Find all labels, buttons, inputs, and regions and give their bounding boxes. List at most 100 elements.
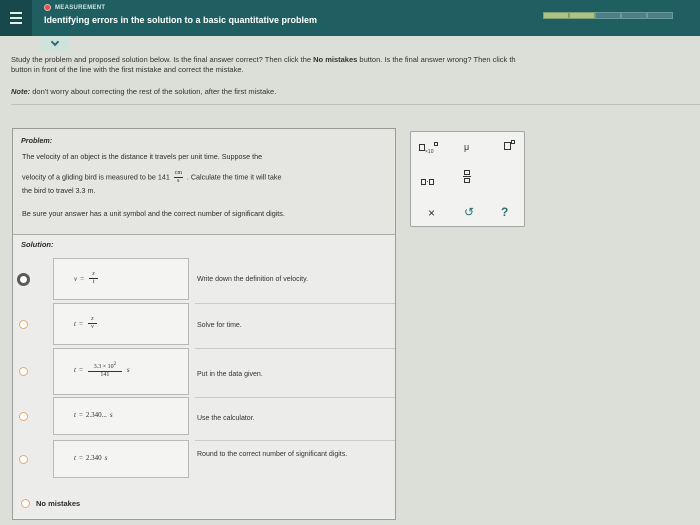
math-lhs: t (74, 319, 76, 328)
row-explanation: Round to the correct number of significa… (197, 451, 348, 458)
row-explanation: Use the calculator. (197, 415, 255, 422)
problem-box: Problem: The velocity of an object is th… (13, 129, 395, 235)
math-tool-palette: ×10 μ · × ↺ ? (410, 131, 525, 227)
math-eq: = (78, 454, 83, 462)
math-unit: s (109, 411, 113, 419)
note-label: Note: (11, 87, 31, 96)
progress-bar (543, 12, 673, 19)
topic-label: MEASUREMENT (55, 4, 106, 11)
math-num: 3.3 × 10 (93, 364, 114, 370)
row-radio[interactable] (19, 320, 28, 329)
row-explanation: Write down the definition of velocity. (197, 276, 309, 283)
unit-fraction: cm s (173, 170, 183, 185)
row-divider (195, 348, 395, 349)
problem-panel: Problem: The velocity of an object is th… (12, 128, 396, 520)
math-unit: s (104, 454, 108, 462)
math-den: t (92, 279, 95, 285)
progress-segment (621, 12, 647, 19)
solution-label: Solution: (21, 240, 54, 249)
topic-status-dot (44, 4, 51, 11)
math-den: 141 (100, 372, 110, 378)
top-bar: MEASUREMENT Identifying errors in the so… (0, 0, 700, 36)
instruction-text: button. Is the final answer wrong? Then … (357, 55, 516, 64)
fraction-button[interactable] (463, 170, 471, 183)
math-fraction: 3.3 × 102 141 (87, 361, 122, 379)
solution-row: t = 2.340... s Use the calculator. (13, 397, 395, 441)
times-ten-power-button[interactable]: ×10 (419, 142, 439, 155)
unit-denominator: s (177, 178, 180, 184)
math-expression: t = 2.340 s (74, 454, 107, 462)
clear-button[interactable]: × (428, 206, 435, 220)
math-lhs: t (74, 411, 76, 419)
math-den: v (91, 324, 94, 330)
instruction-text: Study the problem and proposed solution … (11, 55, 314, 64)
instruction-text: button in front of the line with the fir… (11, 65, 244, 74)
row-divider (195, 303, 395, 304)
solution-row: t = 2.340 s Round to the correct number … (13, 440, 395, 484)
problem-label: Problem: (21, 136, 53, 145)
superscript-button[interactable] (504, 140, 515, 150)
problem-text: velocity of a gliding bird is measured t… (22, 172, 170, 182)
math-eq: = (80, 274, 85, 283)
progress-segment (647, 12, 673, 19)
math-unit: s (126, 366, 130, 374)
solution-row: t = zv Solve for time. (13, 303, 395, 347)
math-value: 2.340 (85, 454, 102, 462)
problem-text: the bird to travel 3.3 m. (22, 186, 96, 195)
math-expression: t = zv (74, 316, 99, 331)
math-eq: = (78, 319, 83, 328)
math-value: 2.340... (85, 411, 107, 419)
math-expression: v = zt (74, 271, 100, 286)
math-eq: = (78, 411, 83, 419)
row-divider (195, 397, 395, 398)
math-box: t = 2.340... s (53, 397, 189, 435)
note-text: don't worry about correcting the rest of… (30, 87, 277, 96)
math-lhs: t (74, 454, 76, 462)
math-fraction: zv (87, 316, 97, 331)
topic-row: MEASUREMENT (44, 4, 105, 11)
row-explanation: Put in the data given. (197, 371, 263, 378)
math-box: v = zt (53, 258, 189, 300)
math-box: t = 3.3 × 102 141 s (53, 348, 189, 395)
unit-numerator: cm (174, 170, 182, 176)
math-expression: t = 2.340... s (74, 411, 113, 419)
progress-segment (595, 12, 621, 19)
no-mistakes-option[interactable]: No mistakes (21, 499, 80, 508)
no-mistakes-label: No mistakes (36, 499, 81, 508)
math-lhs: v (74, 274, 78, 283)
math-box: t = 2.340 s (53, 440, 189, 478)
row-radio[interactable] (19, 412, 28, 421)
chevron-down-icon (50, 37, 60, 46)
instruction-bold: No mistakes (313, 55, 358, 64)
undo-button[interactable]: ↺ (464, 205, 474, 219)
row-divider (195, 440, 395, 441)
math-num: z (92, 271, 95, 277)
note: Note: don't worry about correcting the r… (11, 87, 276, 96)
row-radio[interactable] (19, 455, 28, 464)
menu-icon[interactable] (0, 0, 32, 36)
mu-button[interactable]: μ (464, 142, 469, 152)
solution-row: v = zt Write down the definition of velo… (13, 258, 395, 302)
solution-row: t = 3.3 × 102 141 s Put in the data given… (13, 348, 395, 395)
progress-segment (569, 12, 595, 19)
math-eq: = (78, 366, 83, 374)
problem-text: . Calculate the time it will take (186, 172, 282, 182)
row-radio[interactable] (19, 367, 28, 376)
multiply-dot-button[interactable]: · (421, 176, 434, 186)
divider (11, 104, 700, 105)
instructions: Study the problem and proposed solution … (11, 55, 700, 75)
row-explanation: Solve for time. (197, 322, 242, 329)
problem-text: The velocity of an object is the distanc… (22, 152, 263, 161)
row-radio[interactable] (17, 273, 30, 286)
math-expression: t = 3.3 × 102 141 s (74, 361, 130, 379)
math-lhs: t (74, 366, 76, 374)
times-ten-label: ×10 (425, 148, 434, 155)
collapse-chevron-button[interactable] (40, 36, 70, 51)
math-exponent: 2 (113, 362, 117, 367)
help-button[interactable]: ? (501, 205, 508, 219)
math-num: z (91, 316, 94, 322)
progress-segment (543, 12, 569, 19)
no-mistakes-radio[interactable] (21, 499, 30, 508)
problem-text: Be sure your answer has a unit symbol an… (22, 209, 285, 218)
problem-text: velocity of a gliding bird is measured t… (22, 170, 392, 185)
